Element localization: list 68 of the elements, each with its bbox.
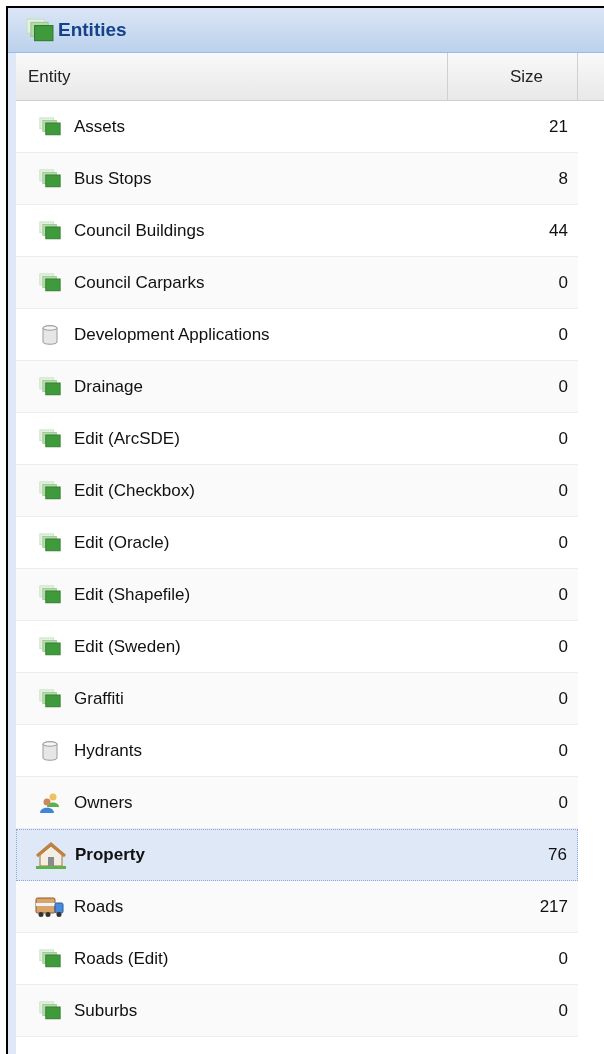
size-value: 0 [558, 427, 569, 450]
entity-name: Edit (ArcSDE) [74, 427, 180, 450]
layers-icon [39, 1001, 61, 1020]
layers-icon [39, 533, 61, 552]
layers-icon [39, 221, 61, 240]
size-value: 21 [549, 115, 569, 138]
entity-name: Assets [74, 115, 126, 138]
table-row[interactable]: Drainage 0 [16, 361, 578, 413]
size-value: 0 [558, 479, 569, 502]
entity-name: Edit (Checkbox) [74, 479, 195, 502]
panel-title: Entities [58, 17, 127, 42]
size-value: 0 [558, 739, 569, 762]
entity-name: Hydrants [74, 739, 143, 762]
table-row[interactable]: Suburbs 0 [16, 985, 578, 1037]
table-row[interactable]: Property 76 [16, 829, 578, 881]
size-value: 217 [539, 895, 569, 918]
table-row[interactable]: Council Carparks 0 [16, 257, 578, 309]
size-value: 0 [558, 687, 569, 710]
entity-name: Property [75, 844, 145, 867]
size-value: 0 [558, 947, 569, 970]
entity-name: Edit (Sweden) [74, 635, 181, 658]
layers-icon [39, 169, 61, 188]
entity-name: Council Carparks [74, 271, 205, 294]
column-header[interactable]: Entity [16, 53, 448, 100]
table-row[interactable]: Edit (Checkbox) 0 [16, 465, 578, 517]
layers-icon [39, 377, 61, 396]
entity-name: Roads [74, 895, 124, 918]
layers-icon [39, 429, 61, 448]
entity-name: Graffiti [74, 687, 124, 710]
entity-name: Council Buildings [74, 219, 205, 242]
entity-name: Owners [74, 791, 133, 814]
truck-icon [35, 895, 65, 918]
size-value: 0 [558, 271, 569, 294]
size-value: 0 [558, 531, 569, 554]
size-value: 0 [558, 635, 569, 658]
table-row[interactable]: Roads 217 [16, 881, 578, 933]
cylinder-icon [41, 739, 59, 762]
users-icon [39, 791, 61, 814]
entity-name: Drainage [74, 375, 143, 398]
cylinder-icon [41, 323, 59, 346]
entity-name: Roads (Edit) [74, 947, 169, 970]
layers-icon [39, 949, 61, 968]
size-value: 0 [558, 791, 569, 814]
layers-icon [39, 585, 61, 604]
size-value: 76 [548, 844, 568, 867]
size-value: 8 [558, 167, 569, 190]
layers-icon [39, 481, 61, 500]
table-row[interactable]: Graffiti 0 [16, 673, 578, 725]
size-value: 0 [558, 323, 569, 346]
size-value: 0 [558, 583, 569, 606]
entity-name: Bus Stops [74, 167, 152, 190]
size-value: 0 [558, 375, 569, 398]
layers-icon [39, 689, 61, 708]
entity-name: Edit (Oracle) [74, 531, 170, 554]
table-row[interactable]: Bus Stops 8 [16, 153, 578, 205]
layers-icon [26, 18, 54, 42]
house-icon [35, 841, 67, 869]
table-row[interactable]: Edit (Shapefile) 0 [16, 569, 578, 621]
entity-name: Suburbs [74, 999, 138, 1022]
entity-name: Edit (Shapefile) [74, 583, 191, 606]
layers-icon [39, 273, 61, 292]
size-value: 0 [558, 999, 569, 1022]
layers-icon [39, 117, 61, 136]
layers-icon [39, 637, 61, 656]
table-row[interactable]: Owners 0 [16, 777, 578, 829]
column-header[interactable]: Size [448, 53, 578, 100]
size-value: 44 [549, 219, 569, 242]
entity-name: Development Applications [74, 323, 270, 346]
